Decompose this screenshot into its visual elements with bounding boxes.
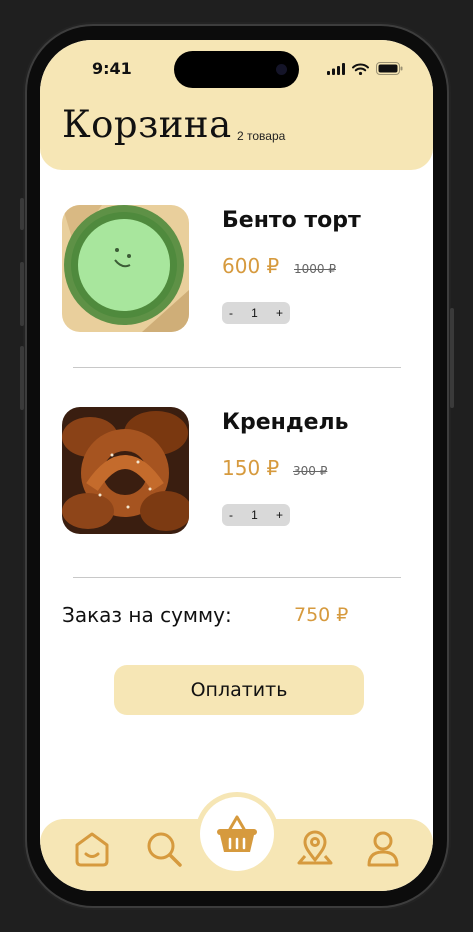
items-count: 2 товара <box>237 129 286 143</box>
power-button <box>450 308 454 408</box>
home-icon <box>75 832 109 867</box>
item-name: Крендель <box>222 410 349 435</box>
item-price: 150 ₽ <box>222 456 280 480</box>
tab-home[interactable] <box>73 830 111 868</box>
quantity-stepper[interactable]: - 1 + <box>222 504 290 526</box>
quantity-value: 1 <box>251 306 258 320</box>
tab-search[interactable] <box>145 830 183 868</box>
cart-item: Бенто торт 600 ₽ 1000 ₽ - 1 + <box>62 205 412 335</box>
silent-switch <box>20 198 24 230</box>
increase-button[interactable]: + <box>276 508 283 522</box>
volume-down-button <box>20 346 24 410</box>
item-price: 600 ₽ <box>222 254 280 278</box>
header: 9:41 Корзина 2 товара <box>40 40 433 170</box>
status-time: 9:41 <box>92 59 132 78</box>
tab-profile[interactable] <box>364 830 402 868</box>
item-old-price: 1000 ₽ <box>294 262 336 276</box>
quantity-stepper[interactable]: - 1 + <box>222 302 290 324</box>
quantity-value: 1 <box>251 508 258 522</box>
bento-cake-image[interactable] <box>62 205 189 332</box>
wifi-icon <box>352 63 369 75</box>
order-total-value: 750 ₽ <box>294 604 349 626</box>
search-icon <box>147 832 182 867</box>
order-total-label: Заказ на сумму: <box>62 603 232 627</box>
signal-icon <box>327 62 345 75</box>
pretzel-image[interactable] <box>62 407 189 534</box>
volume-up-button <box>20 262 24 326</box>
decrease-button[interactable]: - <box>229 306 233 320</box>
decrease-button[interactable]: - <box>229 508 233 522</box>
dynamic-island <box>174 51 299 88</box>
tab-basket[interactable] <box>200 797 274 871</box>
profile-icon <box>367 831 399 867</box>
basket-icon <box>217 815 257 852</box>
status-icons <box>327 62 403 75</box>
cart-item: Крендель 150 ₽ 300 ₽ - 1 + <box>62 407 412 537</box>
item-name: Бенто торт <box>222 208 361 233</box>
camera <box>276 64 287 75</box>
screen: 9:41 Корзина 2 товара Бенто торт 600 ₽ 1… <box>40 40 433 891</box>
increase-button[interactable]: + <box>276 306 283 320</box>
item-old-price: 300 ₽ <box>293 464 328 478</box>
map-pin-icon <box>297 830 333 865</box>
divider <box>73 577 401 578</box>
tab-map[interactable] <box>296 830 334 868</box>
divider <box>73 367 401 368</box>
page-title: Корзина <box>62 103 232 146</box>
battery-icon <box>376 62 403 75</box>
pay-button[interactable]: Оплатить <box>114 665 364 715</box>
